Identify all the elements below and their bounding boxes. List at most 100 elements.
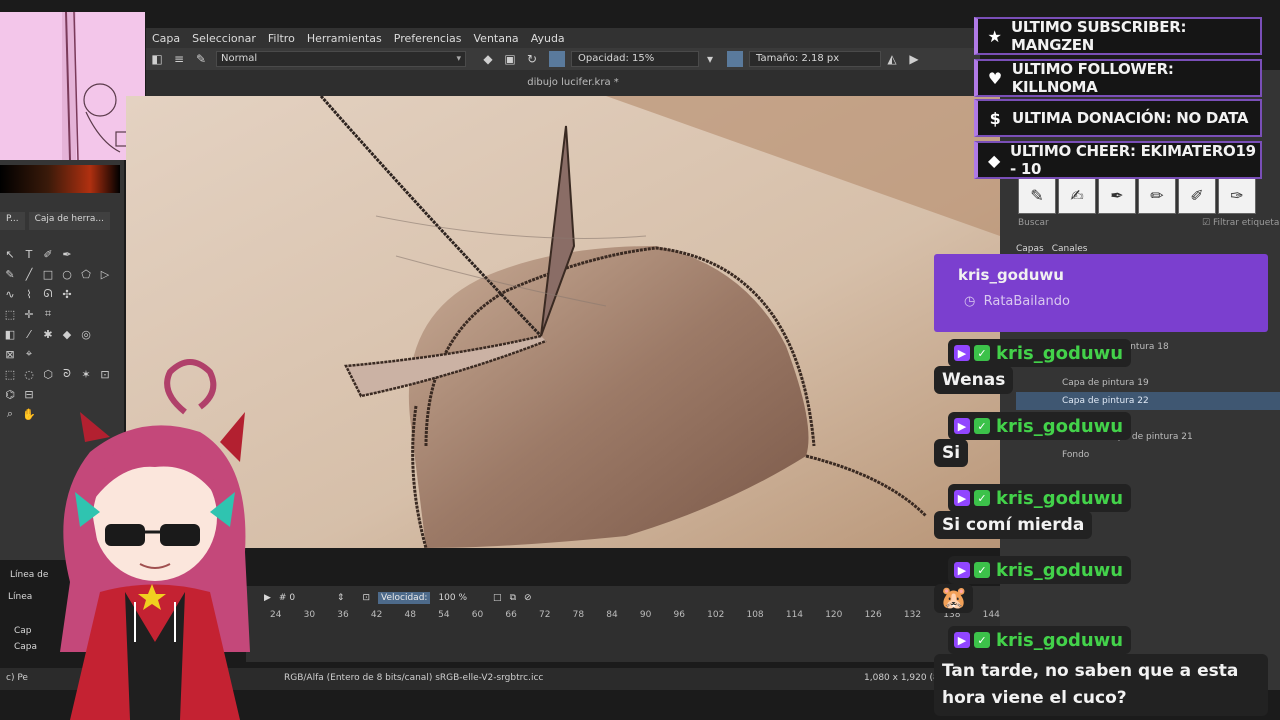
layers-icon[interactable]: ⧉ — [510, 593, 516, 603]
chevron-down-icon[interactable]: ▾ — [702, 51, 718, 67]
chat-name-tag: ▶ ✓ kris_goduwu — [948, 556, 1132, 584]
brush-preset-4[interactable]: ✏ — [1138, 176, 1176, 214]
chat-emote: 🐹 — [934, 584, 974, 613]
chat-username: kris_goduwu — [996, 559, 1124, 581]
speed-label: Velocidad: — [378, 592, 431, 604]
ruler-tick: 30 — [303, 610, 316, 620]
brush-preset-icon[interactable]: ✎ — [193, 51, 209, 67]
alert-donation: $ ULTIMA DONACIÓN: NO DATA — [974, 99, 1262, 137]
menu-preferencias[interactable]: Preferencias — [394, 32, 462, 45]
filter-tag-checkbox[interactable]: ☑ Filtrar etiqueta — [1202, 218, 1279, 228]
alert-text: ULTIMO SUBSCRIBER: MANGZEN — [1011, 18, 1187, 54]
brush-preset-2[interactable]: ✍ — [1058, 176, 1096, 214]
line-tool-icon[interactable]: ╱ — [21, 266, 37, 282]
rect-select-icon[interactable]: ⬚ — [2, 366, 18, 382]
polygon-tool-icon[interactable]: ⬠ — [78, 266, 94, 282]
onion-skin-icon[interactable]: ⊡ — [362, 593, 370, 603]
chat-username: kris_goduwu — [996, 415, 1124, 437]
brush-preset-6[interactable]: ✑ — [1218, 176, 1256, 214]
calligraphy-icon[interactable]: ✒ — [59, 246, 75, 262]
brush-preset-1[interactable]: ✎ — [1018, 176, 1056, 214]
fill-tool-icon[interactable]: ◆ — [59, 326, 75, 342]
ruler-tick: 42 — [370, 610, 383, 620]
alpha-lock-icon[interactable]: ▣ — [502, 51, 518, 67]
star-icon: ★ — [987, 26, 1002, 46]
vtuber-avatar — [30, 352, 280, 720]
chat-highlight: kris_goduwu ◷ RataBailando — [934, 254, 1268, 332]
brush-preset-3[interactable]: ✒ — [1098, 176, 1136, 214]
polyline-tool-icon[interactable]: ▷ — [97, 266, 113, 282]
brush-tool-icon[interactable]: ✎ — [2, 266, 18, 282]
mirror-vertical-icon[interactable]: ▶ — [906, 51, 922, 67]
gradient-tool-icon[interactable]: ◧ — [2, 326, 18, 342]
assistant-tool-icon[interactable]: ⊠ — [2, 346, 18, 362]
tool-options-bar: ◧ ≡ ✎ Normal ◆ ▣ ↻ Opacidad: 15% ▾ Tamañ… — [146, 48, 980, 70]
rectangle-tool-icon[interactable]: □ — [40, 266, 56, 282]
crop-tool-icon[interactable]: ⌗ — [40, 306, 56, 322]
frame-icon[interactable]: □ — [493, 593, 502, 603]
ruler-tick: 102 — [707, 610, 725, 620]
menu-seleccionar[interactable]: Seleccionar — [192, 32, 256, 45]
bezier-select-icon[interactable]: ⌬ — [2, 386, 18, 402]
color-picker-icon[interactable]: ⁄ — [21, 326, 37, 342]
dynamic-brush-icon[interactable]: ᘏ — [40, 286, 56, 302]
zoom-tool-icon[interactable]: ⌕ — [2, 406, 18, 422]
twitch-badge-icon: ▶ — [954, 562, 970, 578]
opacity-slider[interactable]: Opacidad: 15% — [571, 51, 699, 67]
speed-value[interactable]: 100 % — [438, 593, 467, 603]
blend-mode-select[interactable]: Normal — [216, 51, 466, 67]
tool-options-icon[interactable]: ≡ — [171, 51, 187, 67]
diamond-icon: ◆ — [987, 150, 1000, 170]
smart-patch-icon[interactable]: ✱ — [40, 326, 56, 342]
brush-preset-5[interactable]: ✐ — [1178, 176, 1216, 214]
twitch-badge-icon: ▶ — [954, 418, 970, 434]
check-badge-icon: ✓ — [974, 562, 990, 578]
ellipse-tool-icon[interactable]: ○ — [59, 266, 75, 282]
eraser-icon[interactable]: ◆ — [480, 51, 496, 67]
check-badge-icon: ✓ — [974, 490, 990, 506]
menu-herramientas[interactable]: Herramientas — [307, 32, 382, 45]
text-tool-icon[interactable]: T — [21, 246, 37, 262]
timeline-ruler[interactable]: 24 30 36 42 48 54 60 66 72 78 84 90 96 102 108 114 120 12… — [270, 610, 1000, 624]
sort-icon[interactable]: ⇕ — [337, 593, 345, 603]
transform-tool-icon[interactable]: ⬚ — [2, 306, 18, 322]
menu-filtro[interactable]: Filtro — [268, 32, 295, 45]
pattern-swatch[interactable] — [727, 51, 743, 67]
menu-ayuda[interactable]: Ayuda — [531, 32, 565, 45]
layer-item[interactable]: Capa de pintura 19 — [1016, 374, 1280, 392]
size-slider[interactable]: Tamaño: 2.18 px — [749, 51, 881, 67]
rat-emote-icon: 🐹 — [940, 586, 968, 611]
frame-number[interactable]: # 0 — [279, 593, 319, 603]
reload-icon[interactable]: ↻ — [524, 51, 540, 67]
gradient-swatch[interactable] — [549, 51, 565, 67]
edit-icon[interactable]: ⊘ — [524, 593, 532, 603]
menu-ventana[interactable]: Ventana — [474, 32, 519, 45]
tab-toolbox[interactable]: Caja de herra... — [28, 212, 110, 230]
chat-message: Tan tarde, no saben que a esta hora vien… — [934, 654, 1268, 716]
twitch-badge-icon: ▶ — [954, 490, 970, 506]
status-color-model: RGB/Alfa (Entero de 8 bits/canal) sRGB-e… — [284, 673, 544, 683]
fg-bg-color-icon[interactable]: ◧ — [149, 51, 165, 67]
move-tool-icon[interactable]: ✛ — [21, 306, 37, 322]
dollar-icon: $ — [989, 108, 1001, 128]
tab-p[interactable]: P... — [0, 212, 25, 230]
edit-shapes-icon[interactable]: ✐ — [40, 246, 56, 262]
ruler-tick: 126 — [864, 610, 882, 620]
mirror-horizontal-icon[interactable]: ◭ — [884, 51, 900, 67]
enclose-fill-icon[interactable]: ◎ — [78, 326, 94, 342]
ruler-tick: 120 — [825, 610, 843, 620]
select-shapes-icon[interactable]: ↖ — [2, 246, 18, 262]
layer-item-active[interactable]: Capa de pintura 22 — [1016, 392, 1280, 410]
layer-item[interactable]: Fondo — [1016, 446, 1280, 464]
freehand-path-icon[interactable]: ⌇ — [21, 286, 37, 302]
chat-username: kris_goduwu — [996, 487, 1124, 509]
color-selector[interactable] — [0, 165, 120, 193]
alert-follower: ♥ ULTIMO FOLLOWER: KILLNOMA — [974, 59, 1262, 97]
alert-cheer: ◆ ULTIMO CHEER: EKIMATERO19 - 10 — [974, 141, 1262, 179]
menu-bar: Capa Seleccionar Filtro Herramientas Pre… — [146, 28, 980, 48]
bezier-tool-icon[interactable]: ∿ — [2, 286, 18, 302]
menu-capa[interactable]: Capa — [152, 32, 180, 45]
multibrush-icon[interactable]: ✣ — [59, 286, 75, 302]
brush-search-input[interactable]: Buscar — [1018, 218, 1049, 228]
ruler-tick: 48 — [404, 610, 416, 620]
